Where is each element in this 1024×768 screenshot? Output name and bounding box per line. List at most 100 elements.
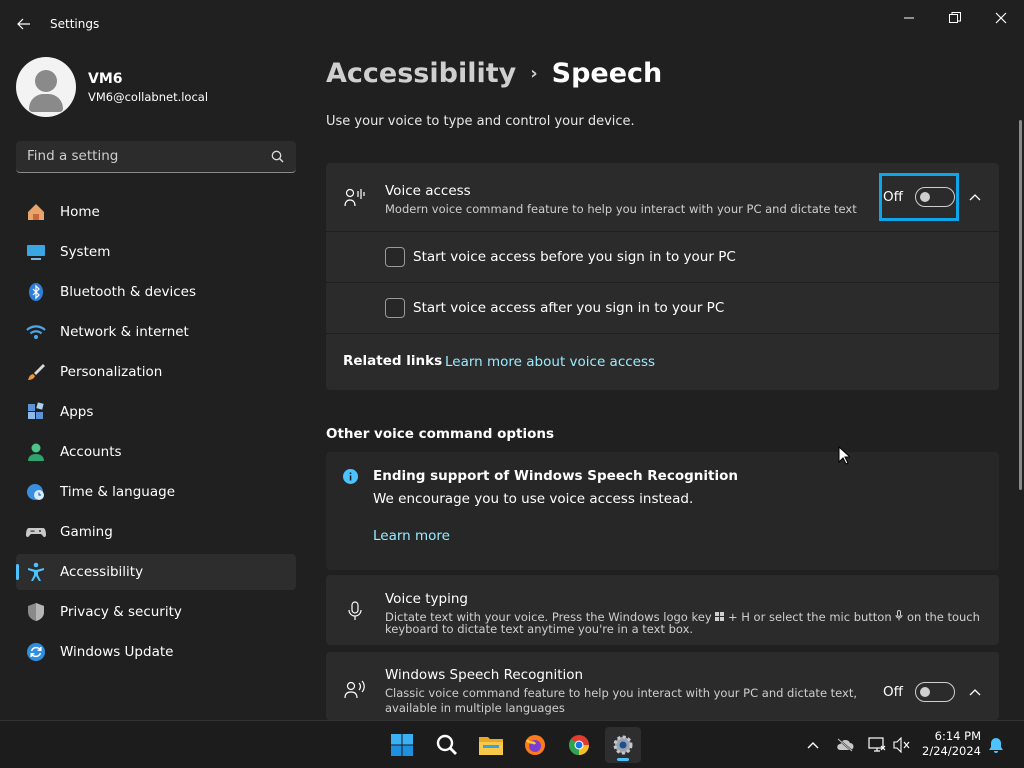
speech-recognition-icon: [344, 680, 365, 699]
file-explorer-icon: [479, 737, 503, 755]
active-indicator: [617, 758, 629, 761]
search-input[interactable]: [16, 141, 256, 171]
chrome-button[interactable]: [561, 727, 597, 763]
voice-typing-description: Dictate text with your voice. Press the …: [385, 610, 980, 636]
voice-access-header[interactable]: Voice access Modern voice command featur…: [326, 163, 999, 232]
sidebar-item-label: Accounts: [60, 444, 122, 460]
sidebar-item-label: Privacy & security: [60, 604, 182, 620]
chevron-up-icon[interactable]: [968, 685, 982, 699]
avatar: [16, 57, 76, 117]
toggle-switch[interactable]: [914, 187, 955, 207]
sidebar-item-network[interactable]: Network & internet: [16, 314, 296, 350]
cloud-offline-icon: [837, 738, 854, 752]
checkbox[interactable]: [385, 298, 405, 318]
start-icon: [391, 734, 413, 756]
option-after-signin[interactable]: Start voice access after you sign in to …: [326, 283, 999, 334]
back-arrow-icon: [17, 18, 30, 30]
network-button[interactable]: [867, 735, 887, 755]
learn-more-voice-access-link[interactable]: Learn more about voice access: [445, 354, 655, 370]
system-icon: [26, 242, 46, 262]
breadcrumb-parent[interactable]: Accessibility: [326, 58, 516, 89]
breadcrumb-separator: ›: [530, 63, 538, 84]
sidebar-item-label: Bluetooth & devices: [60, 284, 197, 300]
speech-recognition-card[interactable]: Windows Speech Recognition Classic voice…: [326, 652, 999, 720]
apps-icon: [26, 402, 46, 422]
scrollbar[interactable]: [1019, 120, 1022, 490]
network-icon: [868, 737, 886, 752]
home-icon: [26, 202, 46, 222]
sidebar-item-home[interactable]: Home: [16, 194, 296, 230]
section-title: Other voice command options: [326, 426, 555, 442]
sidebar-item-privacy[interactable]: Privacy & security: [16, 594, 296, 630]
clock[interactable]: 6:14 PM 2/24/2024: [922, 729, 981, 759]
firefox-button[interactable]: [517, 727, 553, 763]
user-profile[interactable]: VM6 VM6@collabnet.local: [16, 57, 208, 117]
voice-typing-card[interactable]: Voice typing Dictate text with your voic…: [326, 575, 999, 645]
learn-more-link[interactable]: Learn more: [373, 528, 450, 544]
title-bar: Settings: [0, 0, 1024, 48]
breadcrumb: Accessibility › Speech: [326, 58, 662, 89]
restore-button[interactable]: [940, 6, 970, 30]
sidebar-item-gaming[interactable]: Gaming: [16, 514, 296, 550]
voice-typing-title: Voice typing: [385, 591, 468, 607]
sidebar-item-label: Windows Update: [60, 644, 174, 660]
settings-taskbar-button[interactable]: [605, 727, 641, 763]
sidebar-item-apps[interactable]: Apps: [16, 394, 296, 430]
sidebar-item-bluetooth[interactable]: Bluetooth & devices: [16, 274, 296, 310]
sidebar-item-windows-update[interactable]: Windows Update: [16, 634, 296, 670]
wifi-icon: [26, 322, 46, 342]
minimize-icon: [904, 17, 914, 19]
sidebar-item-label: Apps: [60, 404, 94, 420]
option-label: Start voice access after you sign in to …: [413, 300, 725, 316]
sidebar-item-label: Home: [60, 204, 100, 220]
app-title: Settings: [50, 17, 100, 31]
page-subtitle: Use your voice to type and control your …: [326, 114, 635, 129]
option-before-signin[interactable]: Start voice access before you sign in to…: [326, 232, 999, 283]
close-button[interactable]: [986, 6, 1016, 30]
notifications-button[interactable]: [986, 735, 1006, 755]
sidebar-item-accessibility[interactable]: Accessibility: [16, 554, 296, 590]
microphone-icon: [348, 601, 362, 620]
sidebar-item-label: Time & language: [60, 484, 176, 500]
voice-access-icon: [344, 188, 365, 207]
sidebar-nav: Home System Bluetooth & devices Network …: [16, 194, 296, 674]
speech-recognition-toggle[interactable]: Off: [883, 682, 955, 702]
taskbar-search-button[interactable]: [429, 727, 465, 763]
start-button[interactable]: [384, 727, 420, 763]
sidebar-item-system[interactable]: System: [16, 234, 296, 270]
onedrive-button[interactable]: [835, 735, 855, 755]
search-icon[interactable]: [271, 150, 284, 163]
tray-overflow-button[interactable]: [803, 735, 823, 755]
chevron-up-icon: [807, 742, 819, 749]
sidebar-item-label: Gaming: [60, 524, 113, 540]
speech-recognition-title: Windows Speech Recognition: [385, 667, 584, 683]
update-icon: [26, 642, 46, 662]
voice-access-card: Voice access Modern voice command featur…: [326, 163, 999, 390]
profile-name: VM6: [88, 70, 123, 87]
windows-logo-icon: [715, 612, 725, 621]
option-label: Start voice access before you sign in to…: [413, 249, 736, 265]
info-banner: Ending support of Windows Speech Recogni…: [326, 452, 999, 570]
related-links-label: Related links: [343, 353, 443, 369]
volume-button[interactable]: [892, 735, 912, 755]
settings-icon: [613, 735, 633, 755]
minimize-button[interactable]: [894, 6, 924, 30]
banner-body: We encourage you to use voice access ins…: [373, 491, 694, 507]
sidebar-item-label: Accessibility: [60, 564, 144, 580]
firefox-icon: [525, 735, 545, 755]
chevron-up-icon[interactable]: [968, 190, 982, 204]
speech-recognition-description-1: Classic voice command feature to help yo…: [385, 686, 858, 700]
sidebar-item-personalization[interactable]: Personalization: [16, 354, 296, 390]
page-title: Speech: [551, 58, 663, 89]
sidebar-item-accounts[interactable]: Accounts: [16, 434, 296, 470]
checkbox[interactable]: [385, 247, 405, 267]
voice-access-toggle[interactable]: Off: [883, 187, 955, 207]
sidebar-item-time-language[interactable]: Time & language: [16, 474, 296, 510]
search-box[interactable]: [16, 141, 296, 173]
sidebar-item-label: System: [60, 244, 111, 260]
clock-globe-icon: [26, 482, 46, 502]
back-button[interactable]: [12, 12, 36, 36]
sidebar-item-label: Personalization: [60, 364, 163, 380]
file-explorer-button[interactable]: [473, 727, 509, 763]
toggle-switch[interactable]: [914, 682, 955, 702]
